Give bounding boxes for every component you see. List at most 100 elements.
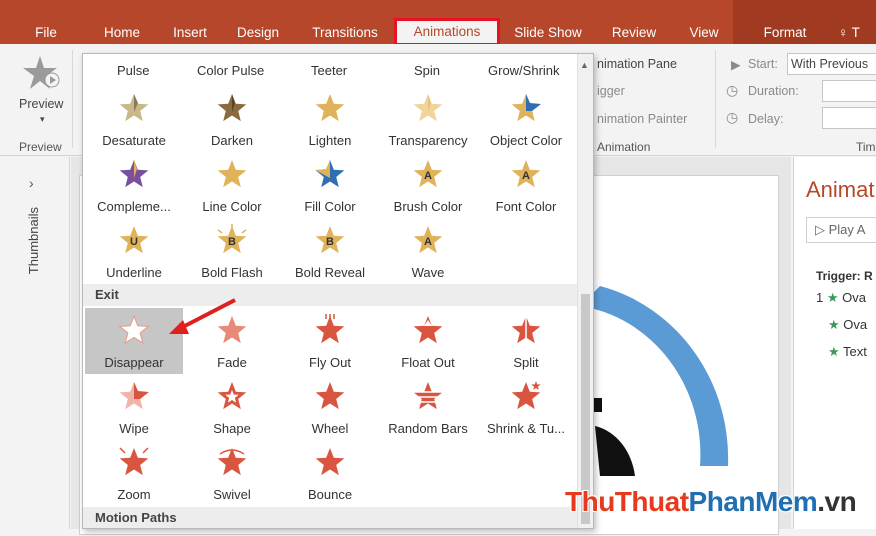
effect-label: Underline: [106, 265, 162, 280]
duration-field[interactable]: [822, 80, 876, 102]
preview-button-label[interactable]: Preview: [19, 97, 63, 111]
split-star-icon: [510, 314, 542, 346]
effect-label: Wave: [411, 265, 445, 280]
effect-grow-shrink[interactable]: Grow/Shrink: [488, 63, 560, 78]
shrink-turn-star-icon: [510, 380, 542, 412]
svg-text:U: U: [130, 236, 138, 248]
tab-insert[interactable]: Insert: [166, 22, 214, 44]
tab-design[interactable]: Design: [232, 22, 284, 44]
preview-star-icon[interactable]: [22, 54, 62, 94]
effect-wave[interactable]: A Wave: [379, 218, 477, 284]
effect-lighten[interactable]: Lighten: [281, 86, 379, 152]
watermark-part: PhanMem: [688, 486, 818, 517]
effect-label: Transparency: [388, 133, 468, 148]
effect-swivel[interactable]: Swivel: [183, 440, 281, 506]
svg-text:A: A: [424, 170, 432, 182]
tab-animations[interactable]: Animations: [394, 18, 500, 46]
animation-pane: Animat ▷ Play A Trigger: R 1 ★ Ova ★ Ova…: [793, 157, 876, 529]
effect-line-color[interactable]: Line Color: [183, 152, 281, 218]
tab-view[interactable]: View: [681, 22, 727, 44]
line-color-star-icon: [216, 158, 248, 190]
effect-darken[interactable]: Darken: [183, 86, 281, 152]
bold-flash-star-icon: B: [216, 224, 248, 256]
effect-label: Random Bars: [388, 421, 468, 436]
effect-bold-flash[interactable]: B Bold Flash: [183, 218, 281, 284]
tab-home[interactable]: Home: [96, 22, 148, 44]
effect-label: Darken: [211, 133, 253, 148]
start-select[interactable]: With Previous: [787, 53, 876, 75]
effect-shape[interactable]: Shape: [183, 374, 281, 440]
exit-section-header: Exit: [83, 284, 579, 306]
preview-group-label: Preview: [19, 140, 62, 154]
effect-fly-out[interactable]: Fly Out: [281, 308, 379, 374]
effect-bold-reveal[interactable]: B Bold Reveal: [281, 218, 379, 284]
svg-text:A: A: [522, 170, 530, 182]
tell-me-lightbulb-icon[interactable]: ♀ T: [838, 22, 876, 44]
effect-font-color[interactable]: A Font Color: [477, 152, 575, 218]
animation-gallery-dropdown: Pulse Color Pulse Teeter Spin Grow/Shrin…: [82, 53, 594, 529]
animation-list-item[interactable]: 1 ★ Ova: [816, 290, 866, 306]
animation-pane-button[interactable]: nimation Pane: [597, 57, 677, 71]
divider: [715, 50, 716, 148]
animation-painter-button[interactable]: nimation Painter: [597, 112, 687, 126]
effect-label: Line Color: [202, 199, 262, 214]
effect-pulse[interactable]: Pulse: [117, 63, 150, 78]
effect-transparency[interactable]: Transparency: [379, 86, 477, 152]
effect-label: Desaturate: [102, 133, 166, 148]
effect-shrink-tu[interactable]: Shrink & Tu...: [477, 374, 575, 440]
effect-spin[interactable]: Spin: [414, 63, 440, 78]
effect-teeter[interactable]: Teeter: [311, 63, 347, 78]
animation-list-item[interactable]: ★ Ova: [828, 317, 867, 333]
desaturate-star-icon: [118, 92, 150, 124]
tab-format[interactable]: Format: [755, 22, 815, 44]
delay-field[interactable]: [822, 107, 876, 129]
effect-label: Bold Flash: [201, 265, 263, 280]
object-color-star-icon: [510, 92, 542, 124]
trigger-button[interactable]: igger: [597, 84, 625, 98]
effect-label: Fly Out: [309, 355, 351, 370]
effect-label: Bold Reveal: [294, 265, 366, 280]
effect-label: Wheel: [311, 421, 349, 436]
effect-label: Disappear: [104, 355, 164, 370]
preview-dropdown-icon[interactable]: ▾: [40, 114, 45, 125]
effect-brush-color[interactable]: A Brush Color: [379, 152, 477, 218]
play-all-button[interactable]: ▷ Play A: [806, 217, 876, 243]
expand-thumbnails-icon[interactable]: ›: [29, 175, 34, 191]
effect-bounce[interactable]: Bounce: [281, 440, 379, 506]
animation-order: 1: [816, 290, 824, 305]
animation-pane-title: Animat: [806, 177, 875, 202]
effect-underline[interactable]: U Underline: [85, 218, 183, 284]
lighten-star-icon: [314, 92, 346, 124]
start-play-icon: ▶: [731, 58, 741, 72]
tab-transitions[interactable]: Transitions: [305, 22, 385, 44]
thumbnails-label[interactable]: Thumbnails: [26, 207, 41, 274]
tab-review[interactable]: Review: [604, 22, 664, 44]
svg-text:B: B: [326, 236, 334, 248]
wave-star-icon: A: [412, 224, 444, 256]
effect-color-pulse[interactable]: Color Pulse: [197, 63, 264, 78]
complementary-star-icon: [118, 158, 150, 190]
tab-slide-show[interactable]: Slide Show: [508, 22, 588, 44]
effect-object-color[interactable]: Object Color: [477, 86, 575, 152]
effect-label: Wipe: [119, 421, 149, 436]
effect-desaturate[interactable]: Desaturate: [85, 86, 183, 152]
animation-list-item[interactable]: ★ Text: [828, 344, 867, 360]
random-bars-star-icon: [412, 380, 444, 412]
effect-wheel[interactable]: Wheel: [281, 374, 379, 440]
effect-zoom[interactable]: Zoom: [85, 440, 183, 506]
tab-file[interactable]: File: [28, 22, 64, 44]
effect-random-bars[interactable]: Random Bars: [379, 374, 477, 440]
effect-fill-color[interactable]: Fill Color: [281, 152, 379, 218]
effect-label: Zoom: [117, 487, 151, 502]
gallery-scrollbar[interactable]: ▲: [577, 54, 593, 528]
trigger-heading: Trigger: R: [816, 269, 873, 283]
effect-compleme[interactable]: Compleme...: [85, 152, 183, 218]
effect-wipe[interactable]: Wipe: [85, 374, 183, 440]
effect-split[interactable]: Split: [477, 308, 575, 374]
effect-label: Fill Color: [304, 199, 356, 214]
effect-float-out[interactable]: Float Out: [379, 308, 477, 374]
bold-reveal-star-icon: B: [314, 224, 346, 256]
effect-label: Object Color: [489, 133, 563, 148]
watermark-part: ThuThuat: [565, 486, 689, 517]
scroll-up-icon[interactable]: ▲: [580, 60, 589, 70]
